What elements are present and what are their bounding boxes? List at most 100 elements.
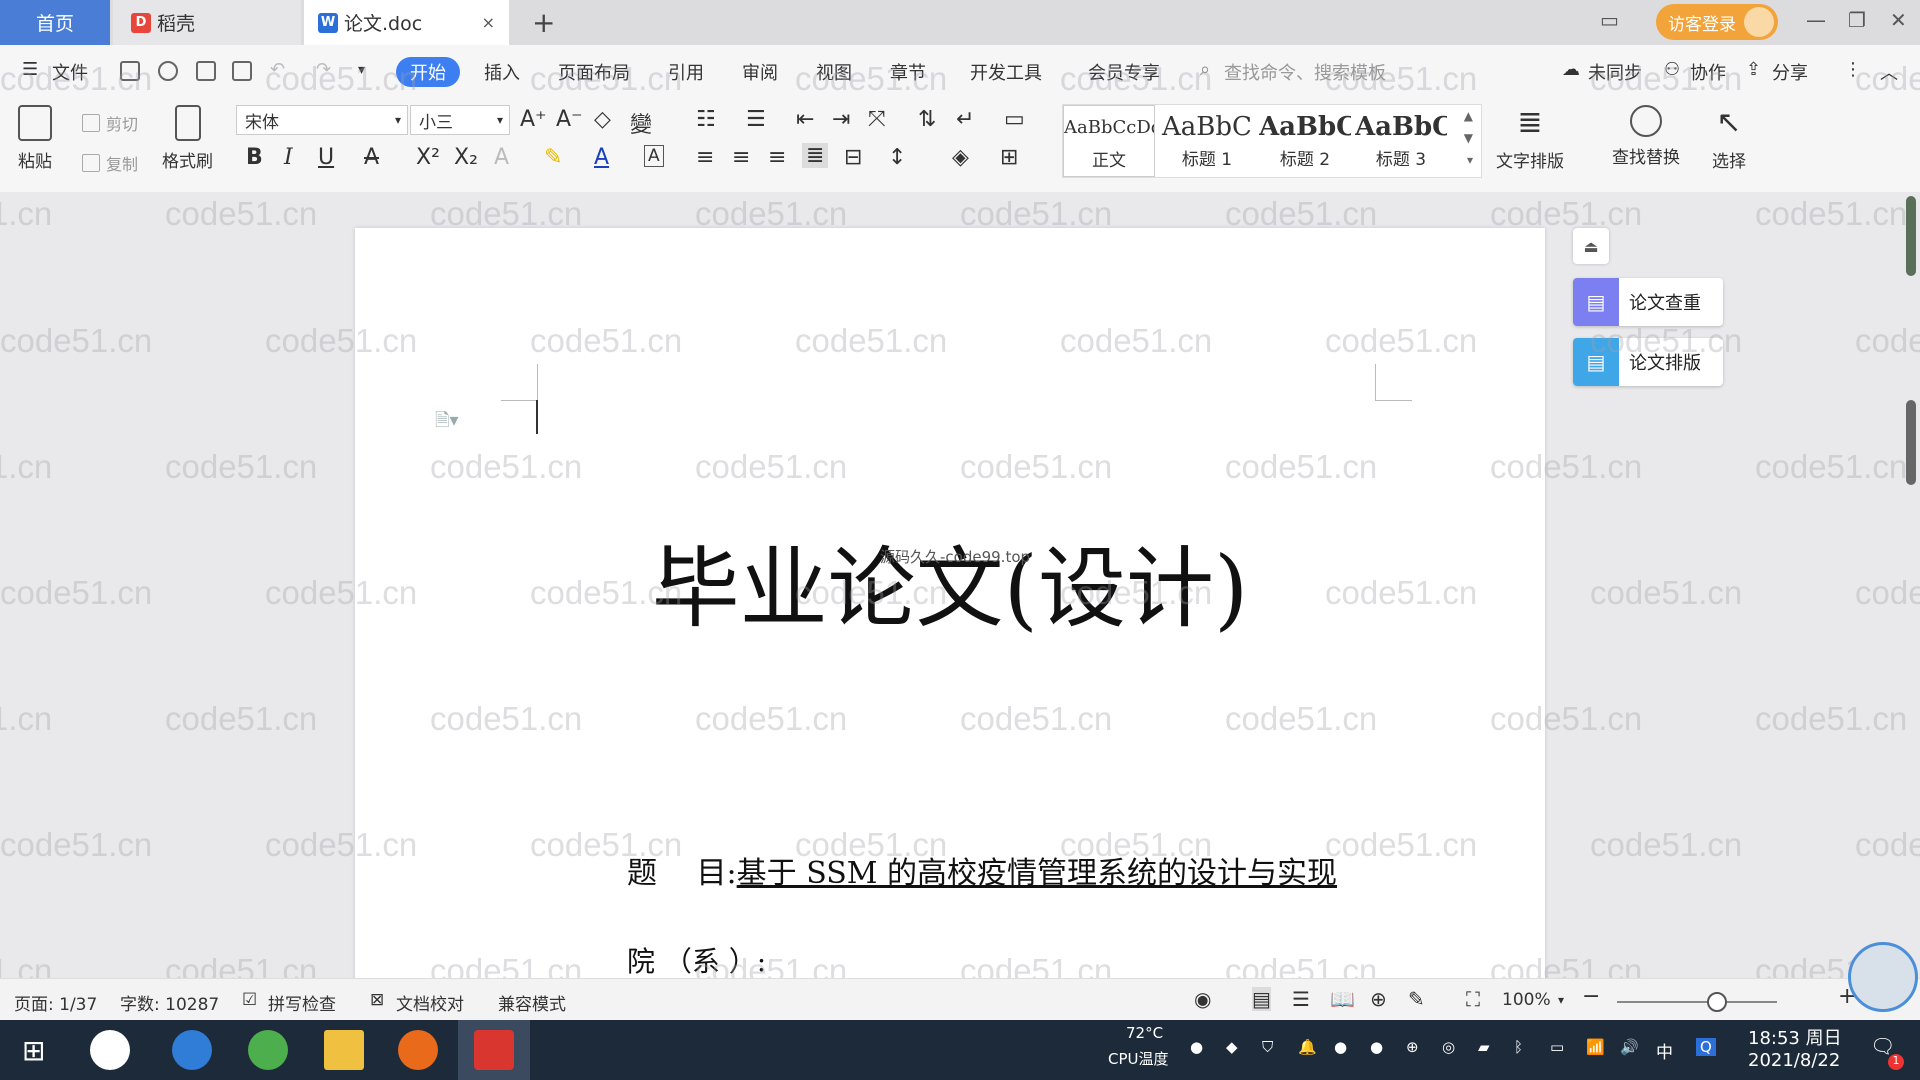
ime-indicator[interactable]: 中 <box>1656 1038 1673 1063</box>
highlight-icon[interactable]: ✎ <box>544 145 562 170</box>
page-indicator[interactable]: 页面: 1/37 <box>14 990 97 1015</box>
style-heading-2[interactable]: AaBbC 标题 2 <box>1259 105 1351 177</box>
text-effect-icon[interactable]: A <box>494 145 509 170</box>
bullet-list-icon[interactable]: ☷ <box>696 107 716 132</box>
wps-taskbar-active[interactable] <box>458 1020 530 1080</box>
battery-icon[interactable]: ▭ <box>1550 1038 1564 1056</box>
minimize-icon[interactable]: — <box>1806 8 1826 32</box>
nvidia-icon[interactable]: ▰ <box>1478 1038 1490 1056</box>
decrease-indent-icon[interactable]: ⇤ <box>796 107 814 132</box>
document-workspace[interactable]: 🗎▾ 毕业论文(设计) 源码久久-code99.top 题 目:基于 SSM 的… <box>0 192 1920 978</box>
paste-button[interactable]: 粘贴 <box>18 105 52 172</box>
styles-scroll-down-icon[interactable]: ▼ <box>1464 131 1473 145</box>
italic-icon[interactable]: I <box>284 145 293 170</box>
font-name-select[interactable]: 宋体 ▾ <box>236 105 408 135</box>
command-search-input[interactable]: 查找命令、搜索模板 <box>1224 59 1386 85</box>
volume-icon[interactable]: 🔊 <box>1620 1038 1639 1056</box>
windows-start-icon[interactable]: ⊞ <box>22 1034 45 1067</box>
write-mode-icon[interactable]: ✎ <box>1408 987 1425 1011</box>
fit-page-icon[interactable]: ⛶ <box>1466 987 1480 1011</box>
menu-start[interactable]: 开始 <box>396 57 460 87</box>
scrollbar-thumb[interactable] <box>1906 400 1916 485</box>
menu-file[interactable]: 文件 <box>52 59 88 85</box>
guest-login-button[interactable]: 访客登录 <box>1656 4 1778 40</box>
share-button[interactable]: 分享 <box>1772 59 1808 85</box>
align-center-icon[interactable]: ≡ <box>732 145 750 170</box>
proofread-button[interactable]: 文档校对 <box>396 990 464 1015</box>
shield-icon[interactable]: ⛉ <box>1262 1038 1273 1056</box>
collapse-ribbon-icon[interactable]: ︿ <box>1880 59 1898 85</box>
zoom-slider[interactable] <box>1617 1001 1777 1003</box>
file-explorer-icon[interactable] <box>324 1030 364 1070</box>
close-tab-icon[interactable]: × <box>482 13 495 32</box>
add-icon[interactable]: ⊕ <box>1406 1038 1419 1056</box>
distributed-icon[interactable]: ⊟ <box>844 145 862 170</box>
redo-icon[interactable]: ↷ <box>316 59 331 80</box>
fan-app-icon[interactable] <box>90 1030 130 1070</box>
shading-icon[interactable]: ◈ <box>952 145 969 170</box>
font-color-icon[interactable]: A <box>594 145 609 170</box>
grow-font-icon[interactable]: A⁺ <box>520 107 547 132</box>
menu-view[interactable]: 视图 <box>816 59 852 85</box>
qq-icon[interactable]: ● <box>1334 1038 1347 1056</box>
numbered-list-icon[interactable]: ☰ <box>746 107 766 132</box>
assistant-avatar[interactable] <box>1848 942 1918 1012</box>
unsynced-button[interactable]: 未同步 <box>1588 59 1642 85</box>
close-window-icon[interactable]: ✕ <box>1890 8 1907 32</box>
spell-check-button[interactable]: 拼写检查 <box>268 990 336 1015</box>
subscript-icon[interactable]: X₂ <box>454 145 478 170</box>
char-border-icon[interactable]: A <box>644 145 664 167</box>
new-tab-button[interactable]: + <box>532 6 555 39</box>
clear-format-icon[interactable]: ◇ <box>594 107 611 132</box>
zoom-level[interactable]: 100% <box>1502 990 1551 1010</box>
tab-daoke[interactable]: D 稻壳 <box>113 0 301 45</box>
restore-icon[interactable]: ❐ <box>1848 8 1866 32</box>
qq-2-icon[interactable]: ● <box>1370 1038 1383 1056</box>
menu-page-layout[interactable]: 页面布局 <box>558 59 630 85</box>
superscript-icon[interactable]: X² <box>416 145 440 170</box>
system-clock[interactable]: 18:53 周日 2021/8/22 <box>1748 1028 1842 1072</box>
select-button[interactable]: ↖ 选择 <box>1712 105 1746 172</box>
bluetooth-icon[interactable]: ᛒ <box>1514 1038 1523 1056</box>
layout-icon[interactable]: ▭ <box>1600 8 1619 32</box>
outline-view-icon[interactable]: ☰ <box>1292 987 1310 1011</box>
show-marks-icon[interactable]: ↵ <box>956 107 974 132</box>
side-panel-collapse-icon[interactable]: ⏏ <box>1573 228 1609 264</box>
shrink-font-icon[interactable]: A⁻ <box>556 107 583 132</box>
bold-icon[interactable]: B <box>246 145 263 170</box>
print-icon[interactable] <box>196 61 216 81</box>
menu-review[interactable]: 审阅 <box>742 59 778 85</box>
tray-app-icon[interactable]: ● <box>1190 1038 1203 1056</box>
format-painter-button[interactable]: 格式刷 <box>162 105 213 172</box>
tab-document[interactable]: W 论文.doc × <box>304 0 509 45</box>
undo-icon[interactable]: ↶ <box>270 59 285 80</box>
reading-view-icon[interactable]: 📖 <box>1330 987 1355 1011</box>
eye-protection-icon[interactable]: ◉ <box>1194 987 1211 1011</box>
cut-button[interactable]: 剪切 <box>82 111 138 135</box>
hamburger-icon[interactable]: ☰ <box>22 59 38 80</box>
copy-button[interactable]: 复制 <box>82 151 138 175</box>
more-icon[interactable]: ⋮ <box>1844 59 1862 80</box>
phonetic-guide-icon[interactable]: 變 <box>630 107 652 139</box>
style-normal[interactable]: AaBbCcDd 正文 <box>1063 105 1155 177</box>
chinese-layout-icon[interactable]: ⤧ <box>868 107 886 132</box>
print-preview-icon[interactable] <box>232 61 252 81</box>
styles-expand-icon[interactable]: ▾ <box>1467 153 1473 167</box>
word-count[interactable]: 字数: 10287 <box>120 990 219 1015</box>
tray-network-app-icon[interactable]: ◆ <box>1226 1038 1238 1056</box>
zoom-slider-knob[interactable] <box>1707 992 1727 1012</box>
paper-check-button[interactable]: ▤ 论文查重 <box>1573 278 1723 326</box>
document-icon[interactable]: 🗎▾ <box>435 408 459 438</box>
game-app-icon[interactable] <box>398 1030 438 1070</box>
align-right-icon[interactable]: ≡ <box>768 145 786 170</box>
style-heading-1[interactable]: AaBbC 标题 1 <box>1159 105 1255 177</box>
ie-browser-icon[interactable] <box>172 1030 212 1070</box>
line-spacing-icon[interactable]: ↕ <box>888 145 906 170</box>
tab-home[interactable]: 首页 <box>0 0 110 45</box>
increase-indent-icon[interactable]: ⇥ <box>832 107 850 132</box>
quick-access-dropdown-icon[interactable]: ▾ <box>358 62 365 78</box>
vertical-scrollbar[interactable] <box>1906 196 1916 976</box>
bell-icon[interactable]: 🔔 <box>1298 1038 1317 1056</box>
underline-icon[interactable]: U <box>318 145 334 170</box>
font-size-select[interactable]: 小三 ▾ <box>410 105 510 135</box>
